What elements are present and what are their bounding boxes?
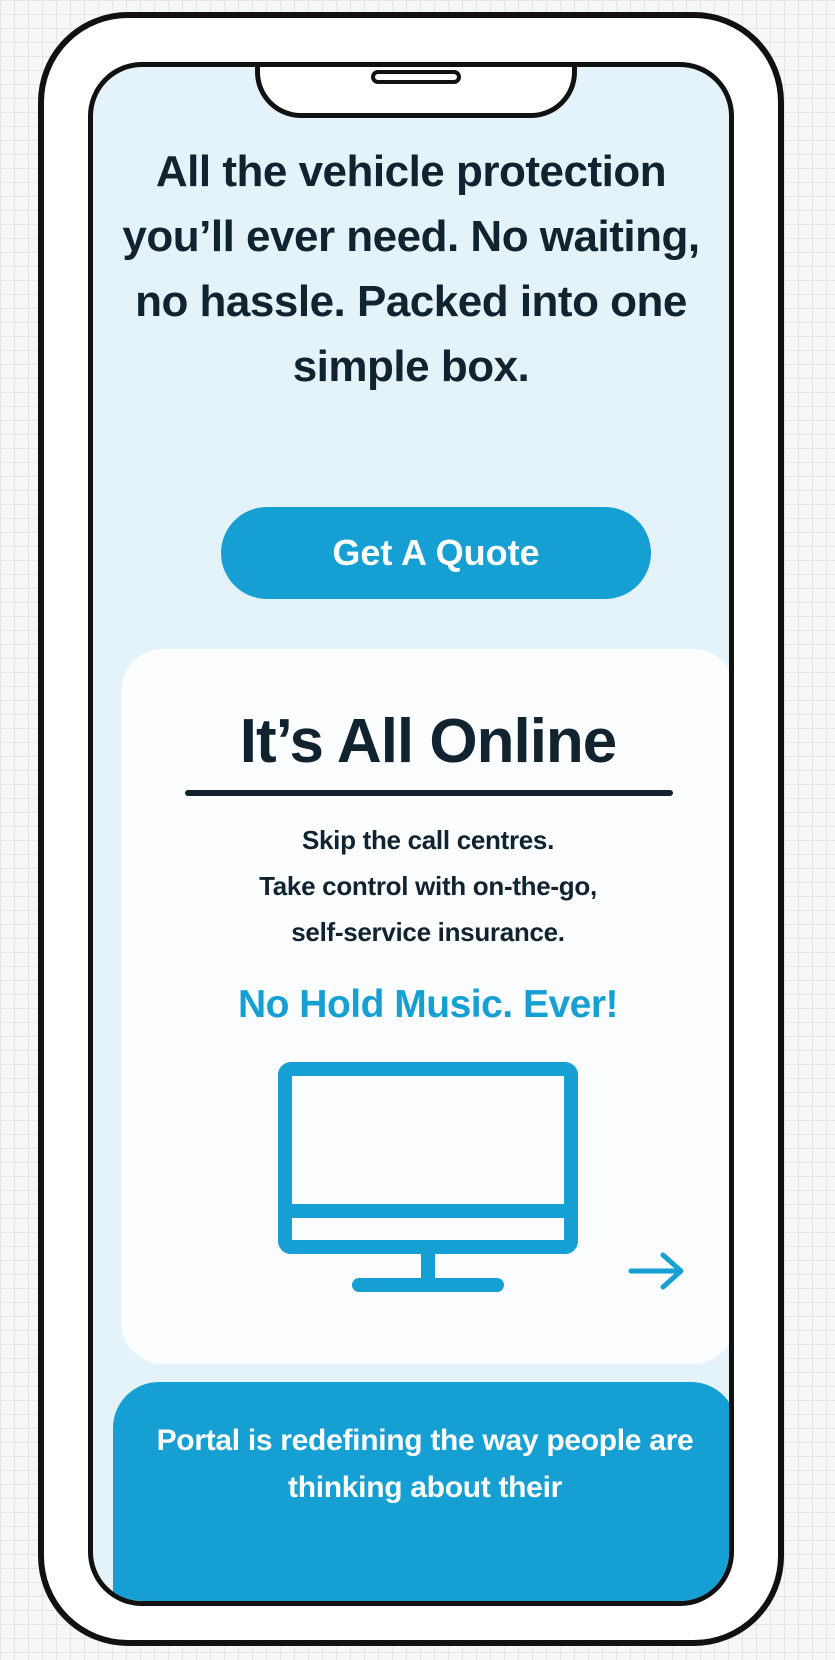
feature-card: It’s All Online Skip the call centres. T… [121,649,729,1364]
card-description-line: Take control with on-the-go, [259,871,597,901]
arrow-right-icon[interactable] [627,1249,687,1293]
bottom-card-text: Portal is redefining the way people are … [156,1424,694,1504]
phone-notch [255,67,577,118]
card-tagline: No Hold Music. Ever! [237,983,619,1026]
hero-headline: All the vehicle protection you’ll ever n… [122,147,700,391]
phone-screen: All the vehicle protection you’ll ever n… [88,62,734,1606]
bottom-card: Portal is redefining the way people are … [113,1382,729,1601]
card-description-line: self-service insurance. [291,917,565,947]
monitor-icon [278,1062,578,1292]
speaker-grille [371,70,461,84]
get-a-quote-button[interactable]: Get A Quote [221,507,651,599]
card-title: It’s All Online [239,707,618,776]
card-description-line: Skip the call centres. [301,825,555,855]
card-description: Skip the call centres. Take control with… [131,817,725,955]
title-divider [185,790,673,796]
